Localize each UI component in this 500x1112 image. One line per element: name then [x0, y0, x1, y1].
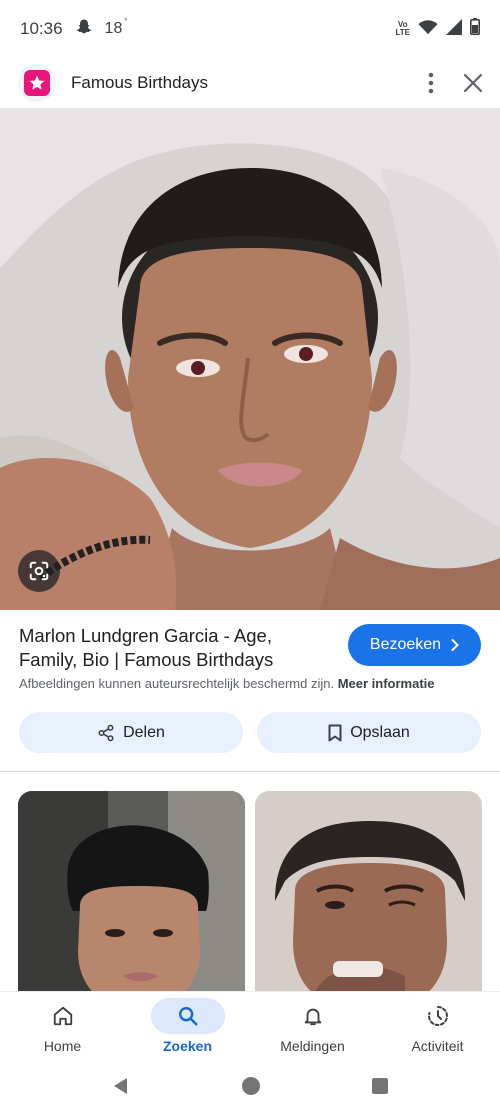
nav-home-label: Home: [43, 1038, 82, 1054]
status-right: Vo LTE: [395, 18, 480, 40]
bookmark-icon: [328, 724, 342, 741]
home-circle-icon: [242, 1077, 260, 1095]
share-icon: [98, 724, 114, 741]
status-left: 10:36 18 °: [20, 17, 128, 41]
nav-notifications[interactable]: Meldingen: [250, 992, 375, 1065]
visit-button[interactable]: Bezoeken: [348, 624, 481, 666]
related-image-1[interactable]: [18, 791, 245, 1011]
back-triangle-icon: [114, 1078, 127, 1094]
header-actions: [428, 72, 482, 94]
more-vert-icon: [428, 72, 434, 94]
lens-icon: [29, 561, 49, 581]
status-bar: 10:36 18 ° Vo LTE: [0, 0, 500, 58]
site-name: Famous Birthdays: [71, 73, 208, 92]
back-button[interactable]: [111, 1076, 131, 1101]
close-icon: [464, 74, 482, 92]
nav-search-label: Zoeken: [162, 1038, 212, 1054]
share-label: Delen: [123, 723, 165, 741]
bottom-navigation: Home Zoeken Meldingen Activiteit: [0, 991, 500, 1065]
related-photo-1: [18, 791, 245, 1011]
more-options-button[interactable]: [428, 72, 434, 94]
wifi-icon: [418, 19, 438, 40]
status-time: 10:36: [20, 19, 63, 38]
section-divider: [0, 771, 500, 772]
volte-indicator: Vo LTE: [395, 20, 410, 37]
result-info: Marlon Lundgren Garcia - Age, Family, Bi…: [0, 610, 500, 772]
close-button[interactable]: [464, 74, 482, 92]
battery-icon: [470, 18, 480, 40]
recents-square-icon: [372, 1078, 388, 1094]
status-temperature: 18 °: [104, 17, 128, 37]
share-button[interactable]: Delen: [19, 712, 243, 753]
visit-label: Bezoeken: [369, 636, 442, 653]
portrait-photo: [0, 108, 500, 610]
nav-notifications-label: Meldingen: [280, 1038, 345, 1054]
save-button[interactable]: Opslaan: [257, 712, 481, 753]
nav-activity-label: Activiteit: [411, 1038, 464, 1054]
copyright-notice: Afbeeldingen kunnen auteursrechtelijk be…: [19, 676, 435, 691]
related-photo-2: [255, 791, 482, 1011]
nav-search[interactable]: Zoeken: [125, 992, 250, 1065]
system-navigation: [0, 1065, 500, 1112]
recents-button[interactable]: [371, 1077, 389, 1100]
signal-icon: [446, 18, 462, 40]
site-logo: [18, 64, 56, 102]
lens-search-button[interactable]: [18, 550, 60, 592]
bell-icon: [304, 1008, 321, 1026]
search-icon: [178, 1007, 198, 1026]
home-system-button[interactable]: [241, 1076, 261, 1101]
nav-activity[interactable]: Activiteit: [375, 992, 500, 1065]
nav-home[interactable]: Home: [0, 992, 125, 1065]
snapchat-icon: [75, 18, 93, 41]
more-info-link[interactable]: Meer informatie: [338, 676, 435, 691]
result-title[interactable]: Marlon Lundgren Garcia - Age, Family, Bi…: [19, 624, 319, 672]
main-image[interactable]: [0, 108, 500, 610]
related-images: [18, 791, 482, 1011]
save-label: Opslaan: [350, 723, 410, 741]
star-icon: [24, 70, 50, 96]
viewer-header: Famous Birthdays: [0, 58, 500, 108]
chevron-right-icon: [451, 639, 459, 651]
activity-icon: [427, 1006, 448, 1026]
action-row: Delen Opslaan: [19, 712, 481, 753]
home-icon: [53, 1006, 72, 1026]
related-image-2[interactable]: [255, 791, 482, 1011]
